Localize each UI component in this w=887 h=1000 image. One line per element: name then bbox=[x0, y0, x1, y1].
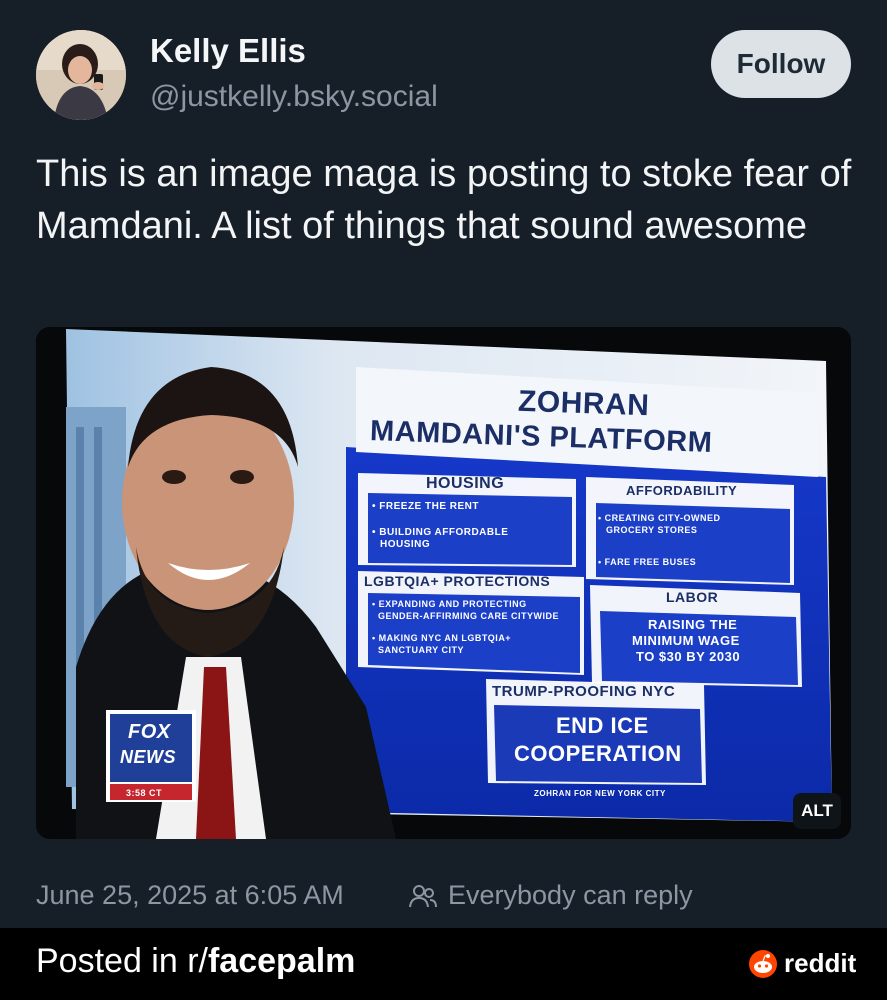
tv-affordability-header: AFFORDABILITY bbox=[626, 483, 738, 498]
tv-footer: ZOHRAN FOR NEW YORK CITY bbox=[534, 789, 666, 798]
reddit-snoo-icon bbox=[749, 949, 777, 978]
alt-badge[interactable]: ALT bbox=[793, 793, 841, 829]
tv-labor-header: LABOR bbox=[666, 589, 719, 605]
reddit-wordmark: reddit bbox=[784, 948, 857, 978]
post-date[interactable]: June 25, 2025 at 6:05 AM bbox=[36, 880, 344, 911]
tv-lgbt-header: LGBTQIA+ PROTECTIONS bbox=[364, 573, 551, 589]
avatar[interactable] bbox=[36, 30, 126, 120]
reddit-logo[interactable]: reddit bbox=[748, 948, 856, 979]
tv-lgbt-item2b: SANCTUARY CITY bbox=[378, 645, 465, 655]
banner-prefix: Posted in r/ bbox=[36, 942, 208, 980]
tv-lgbt-item1a: • EXPANDING AND PROTECTING bbox=[372, 599, 527, 609]
tv-housing-header: HOUSING bbox=[426, 475, 505, 492]
tv-labor-item3: TO $30 BY 2030 bbox=[636, 649, 741, 664]
tv-labor-item2: MINIMUM WAGE bbox=[632, 633, 740, 648]
people-icon bbox=[409, 884, 437, 907]
banner-label: Posted in r/facepalm bbox=[36, 942, 355, 981]
tv-lgbt-item2a: • MAKING NYC AN LGBTQIA+ bbox=[372, 633, 512, 643]
tv-afford-item2: • FARE FREE BUSES bbox=[598, 557, 697, 567]
post-image[interactable]: ZOHRAN MAMDANI'S PLATFORM HOUSING • FREE… bbox=[36, 327, 851, 839]
reply-setting[interactable]: Everybody can reply bbox=[408, 880, 693, 911]
fox-logo-line2: NEWS bbox=[120, 747, 176, 767]
avatar-image bbox=[36, 30, 126, 120]
tv-afford-item1b: GROCERY STORES bbox=[606, 525, 698, 535]
tv-labor-item1: RAISING THE bbox=[648, 617, 738, 632]
tv-housing-item1: • FREEZE THE RENT bbox=[372, 501, 480, 512]
tv-housing-item2b: HOUSING bbox=[380, 539, 431, 550]
subreddit-name[interactable]: facepalm bbox=[208, 942, 355, 980]
tv-trump-item1: END ICE bbox=[556, 713, 649, 738]
author-handle[interactable]: @justkelly.bsky.social bbox=[150, 80, 438, 114]
reply-setting-label: Everybody can reply bbox=[448, 880, 693, 910]
follow-button[interactable]: Follow bbox=[711, 30, 851, 98]
tv-clock: 3:58 CT bbox=[126, 788, 163, 798]
tv-afford-item1a: • CREATING CITY-OWNED bbox=[598, 513, 721, 523]
fox-logo-line1: FOX bbox=[128, 721, 171, 743]
tv-title-line1: ZOHRAN bbox=[517, 384, 650, 423]
author-name[interactable]: Kelly Ellis bbox=[150, 32, 306, 70]
tv-housing-item2a: • BUILDING AFFORDABLE bbox=[372, 527, 509, 538]
post-card: Kelly Ellis @justkelly.bsky.social Follo… bbox=[0, 0, 887, 928]
tv-trump-header: TRUMP-PROOFING NYC bbox=[492, 683, 676, 700]
tv-lgbt-item1b: GENDER-AFFIRMING CARE CITYWIDE bbox=[378, 611, 559, 621]
tv-trump-item2: COOPERATION bbox=[514, 741, 682, 766]
post-text: This is an image maga is posting to stok… bbox=[36, 153, 852, 247]
